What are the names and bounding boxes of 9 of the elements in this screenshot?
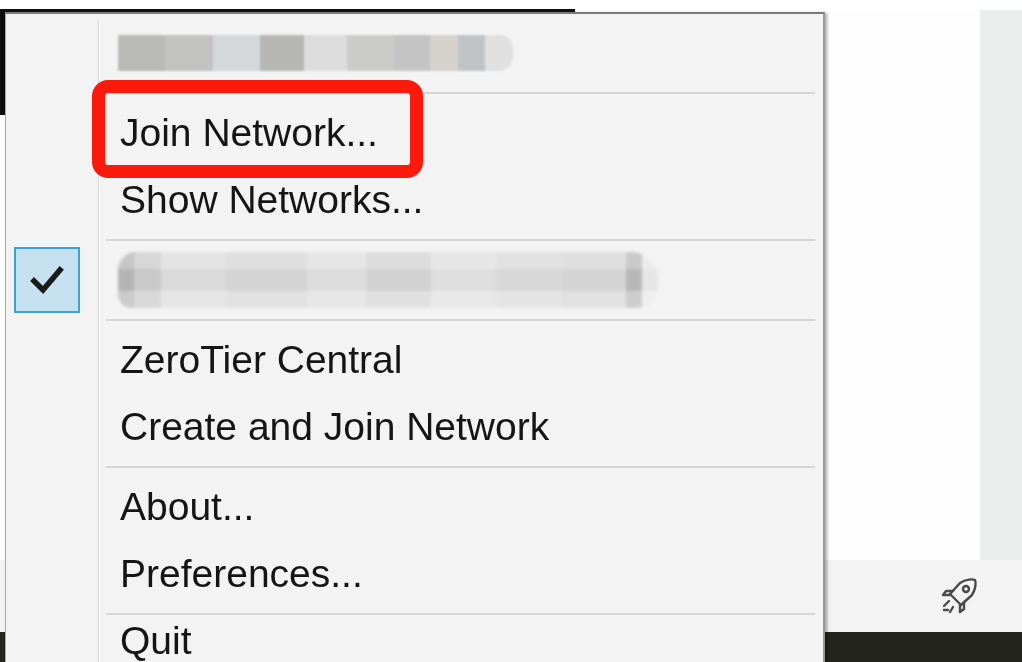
- menu-item[interactable]: Create and Join Network: [120, 405, 550, 448]
- menu-item[interactable]: Preferences...: [120, 552, 363, 595]
- menu-item[interactable]: ZeroTier Central: [120, 338, 403, 381]
- rocket-icon[interactable]: [940, 577, 978, 615]
- checkmark-icon[interactable]: [14, 246, 80, 313]
- menu-item[interactable]: About...: [120, 485, 255, 528]
- menu-item[interactable]: Quit: [120, 620, 192, 662]
- menu-item[interactable]: Show Networks...: [120, 178, 424, 221]
- menu-item[interactable]: Join Network...: [120, 111, 378, 154]
